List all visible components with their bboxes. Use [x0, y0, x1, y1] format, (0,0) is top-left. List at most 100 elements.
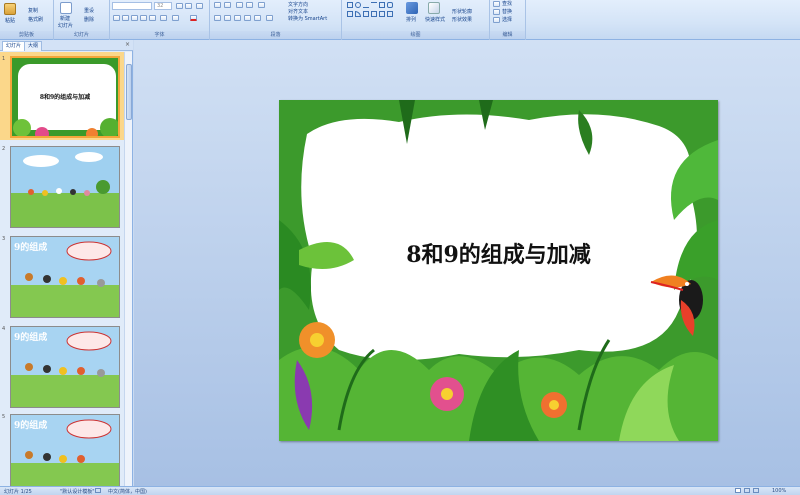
justify-icon[interactable]	[244, 15, 251, 21]
shrink-font-icon[interactable]	[185, 3, 192, 9]
bold-icon[interactable]	[113, 15, 120, 21]
thumbnail-title: 9的组成	[14, 333, 48, 343]
thumbnail-number: 3	[2, 236, 6, 242]
quick-styles-icon[interactable]	[428, 2, 440, 14]
slide-title[interactable]: 8和9的组成与加减	[279, 237, 718, 269]
thumbnail-slide-1[interactable]: 8和9的组成与加减	[10, 56, 120, 138]
thumbnail-slide-2[interactable]	[10, 146, 120, 228]
arrange-icon[interactable]	[406, 2, 418, 14]
underline-icon[interactable]	[131, 15, 138, 21]
thumbnail-title: 9的组成	[14, 243, 48, 253]
thumbnail-slide-5[interactable]: 9的组成	[10, 414, 120, 486]
more-shapes-icon[interactable]	[387, 11, 393, 17]
bullets-icon[interactable]	[214, 2, 221, 8]
star-shape-icon[interactable]	[363, 11, 369, 17]
thumbnail-title: 8和9的组成与加减	[39, 94, 91, 101]
shape-effects-button[interactable]: 形状效果	[452, 16, 472, 23]
select-button[interactable]: 选择	[502, 16, 512, 23]
scrollbar-thumb[interactable]	[126, 64, 132, 120]
line-spacing-icon[interactable]	[258, 2, 265, 8]
thumbnail-row-5[interactable]: 5 9的组成	[0, 412, 124, 486]
align-right-icon[interactable]	[234, 15, 241, 21]
numbering-icon[interactable]	[224, 2, 231, 8]
shadow-icon[interactable]	[149, 15, 156, 21]
slideshow-view-icon[interactable]	[753, 488, 759, 493]
select-icon[interactable]	[493, 17, 500, 23]
current-slide[interactable]: 8和9的组成与加减	[279, 100, 718, 441]
new-slide-sub-label: 幻灯片	[58, 23, 74, 29]
font-group-label: 字体	[110, 31, 209, 39]
arrange-button[interactable]: 排列	[406, 16, 416, 23]
thumbnail-row-1[interactable]: 1 8和9的组成与加减	[0, 54, 124, 140]
font-color-icon[interactable]	[190, 15, 197, 21]
increase-indent-icon[interactable]	[246, 2, 253, 8]
slides-group-label: 幻灯片	[54, 31, 109, 39]
align-center-icon[interactable]	[224, 15, 231, 21]
strikethrough-icon[interactable]	[140, 15, 147, 21]
slides-group: 新建 幻灯片 重设 删除 幻灯片	[54, 0, 110, 40]
find-icon[interactable]	[493, 1, 500, 7]
paste-icon[interactable]	[4, 3, 16, 15]
reset-button[interactable]: 重设	[84, 7, 94, 14]
paragraph-group: 文字方向 对齐文本 转换为 SmartArt 段落	[210, 0, 342, 40]
change-case-icon[interactable]	[172, 15, 179, 21]
ribbon: 粘贴 复制 格式刷 剪贴板 新建 幻灯片 重设 删除 幻灯片 32 字体 文字方…	[0, 0, 800, 40]
shape-outline-button[interactable]: 形状轮廓	[452, 8, 472, 15]
tab-slides[interactable]: 幻灯片	[2, 41, 26, 51]
line-shape-icon[interactable]	[363, 2, 369, 8]
thumbnail-row-2[interactable]: 2	[0, 144, 124, 230]
arrow-shape-icon[interactable]	[371, 2, 377, 8]
replace-button[interactable]: 替换	[502, 8, 512, 15]
quick-styles-button[interactable]: 快速样式	[425, 16, 445, 23]
rectangle-shape-icon[interactable]	[347, 2, 353, 8]
brace-shape-icon[interactable]	[371, 11, 377, 17]
drawing-group: 排列 快速样式 形状轮廓 形状效果 绘图	[342, 0, 490, 40]
format-painter-button[interactable]: 格式刷	[28, 16, 43, 23]
new-slide-icon[interactable]	[60, 2, 72, 14]
language-status[interactable]: 中文(简体，中国)	[108, 488, 147, 495]
new-slide-button[interactable]: 新建	[60, 15, 70, 22]
normal-view-icon[interactable]	[735, 488, 741, 493]
decrease-indent-icon[interactable]	[236, 2, 243, 8]
oval-shape-icon[interactable]	[355, 2, 361, 8]
align-text-button[interactable]: 对齐文本	[288, 8, 308, 15]
copy-button[interactable]: 复制	[28, 7, 38, 14]
thumbnail-row-3[interactable]: 3 9的组成	[0, 234, 124, 320]
pane-scrollbar[interactable]	[124, 52, 132, 486]
paragraph-group-label: 段落	[210, 31, 341, 39]
close-pane-icon[interactable]: ×	[125, 41, 130, 48]
align-left-icon[interactable]	[214, 15, 221, 21]
thumbnail-row-4[interactable]: 4 9的组成	[0, 324, 124, 410]
char-spacing-icon[interactable]	[160, 15, 167, 21]
sorter-view-icon[interactable]	[744, 488, 750, 493]
find-button[interactable]: 查找	[502, 0, 512, 7]
thumbnail-slide-4[interactable]: 9的组成	[10, 326, 120, 408]
curve-shape-icon[interactable]	[355, 11, 361, 17]
callout-shape-icon[interactable]	[379, 11, 385, 17]
text-direction-button[interactable]: 文字方向	[288, 1, 308, 8]
slide-count-status: 幻灯片 1/25	[4, 489, 32, 495]
thumbnail-number: 2	[2, 146, 6, 152]
tab-outline[interactable]: 大纲	[24, 41, 43, 51]
zoom-level[interactable]: 100%	[772, 488, 786, 494]
thumbnail-slide-3[interactable]: 9的组成	[10, 236, 120, 318]
columns-icon[interactable]	[266, 15, 273, 21]
font-name-combo[interactable]	[112, 2, 152, 10]
replace-icon[interactable]	[493, 9, 500, 15]
paste-button[interactable]: 粘贴	[5, 17, 15, 24]
clipboard-group-label: 剪贴板	[0, 31, 53, 39]
clear-format-icon[interactable]	[196, 3, 203, 9]
convert-smartart-button[interactable]: 转换为 SmartArt	[288, 15, 327, 22]
triangle-shape-icon[interactable]	[379, 2, 385, 8]
delete-button[interactable]: 删除	[84, 16, 94, 23]
thumbnail-title: 9的组成	[14, 421, 48, 431]
italic-icon[interactable]	[122, 15, 129, 21]
grow-font-icon[interactable]	[176, 3, 183, 9]
textbox-shape-icon[interactable]	[347, 11, 353, 17]
font-size-combo[interactable]: 32	[154, 2, 172, 10]
meadow-scene-thumb	[11, 147, 119, 227]
spellcheck-icon[interactable]	[95, 488, 101, 493]
pane-tabs: 幻灯片 大纲 ×	[0, 40, 133, 51]
rounded-rect-shape-icon[interactable]	[387, 2, 393, 8]
distribute-icon[interactable]	[254, 15, 261, 21]
